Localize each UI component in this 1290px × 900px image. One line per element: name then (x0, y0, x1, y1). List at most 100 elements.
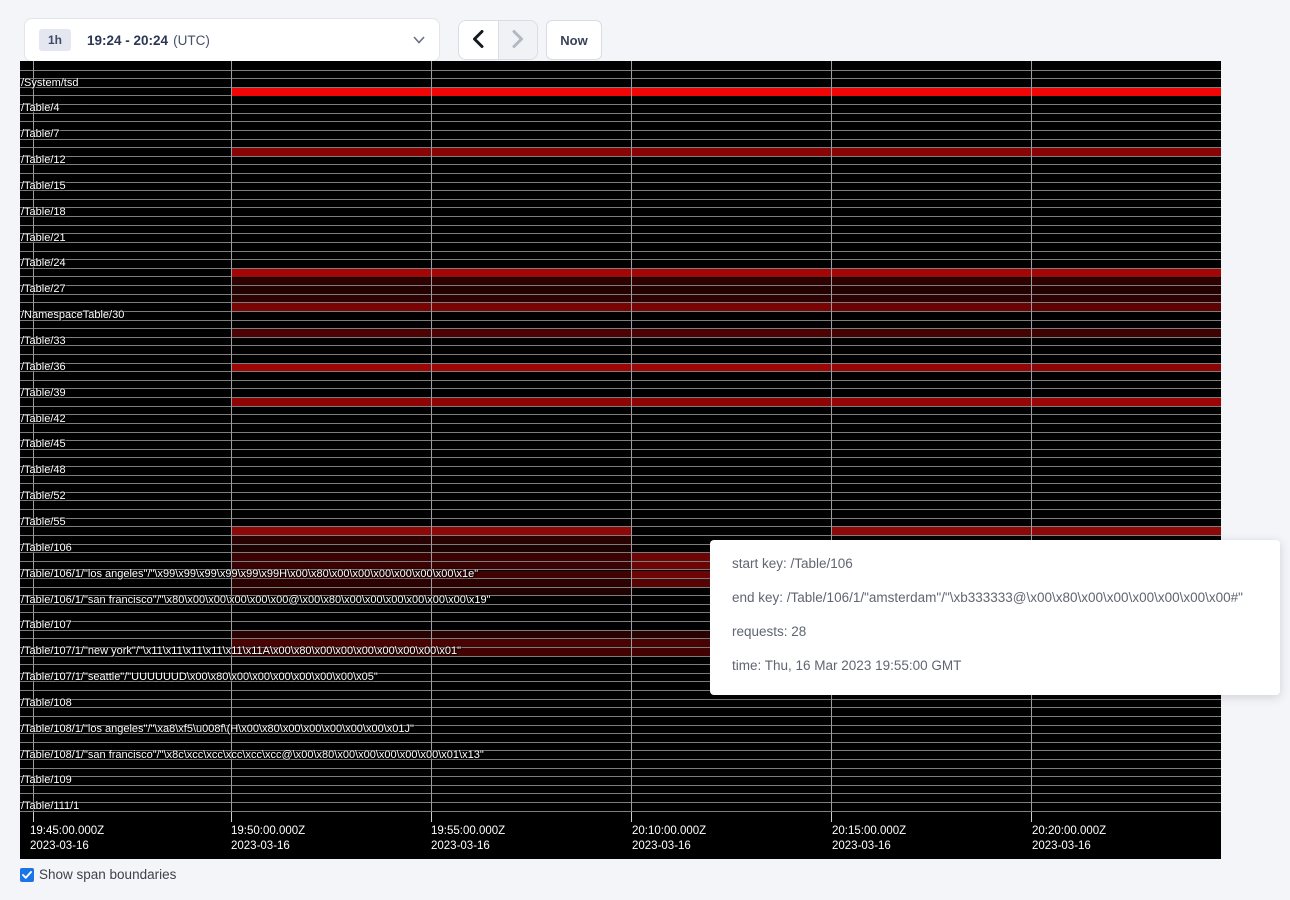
heatmap-cell[interactable] (832, 364, 1031, 372)
heatmap-cell[interactable] (1032, 364, 1221, 372)
time-range-selector[interactable]: 1h 19:24 - 20:24 (UTC) (24, 18, 440, 62)
heatmap-cell[interactable] (832, 278, 1031, 286)
heatmap-cell[interactable] (232, 269, 431, 277)
heatmap-cell[interactable] (432, 329, 631, 337)
span-boundary-line (20, 432, 1221, 433)
show-span-boundaries-checkbox[interactable] (20, 868, 34, 882)
heatmap-cell[interactable] (232, 545, 431, 553)
span-boundary-line (20, 354, 1221, 355)
heatmap-cell[interactable] (832, 303, 1031, 311)
heatmap-cell[interactable] (632, 148, 831, 156)
heatmap-cell[interactable] (632, 269, 831, 277)
heatmap-cell[interactable] (232, 398, 431, 406)
heatmap-cell[interactable] (632, 88, 831, 96)
heatmap-cell[interactable] (1032, 303, 1221, 311)
heatmap-cell[interactable] (432, 88, 631, 96)
span-label: /Table/55 (21, 516, 66, 528)
prev-interval-button[interactable] (459, 21, 498, 59)
heatmap-cell[interactable] (832, 295, 1031, 303)
heatmap-cell[interactable] (232, 278, 431, 286)
heatmap-cell[interactable] (432, 303, 631, 311)
heatmap-cell[interactable] (232, 579, 431, 587)
heatmap-cell[interactable] (432, 536, 631, 544)
next-interval-button-disabled[interactable] (498, 21, 537, 59)
heatmap-cell[interactable] (1032, 398, 1221, 406)
heatmap-cell[interactable] (1032, 278, 1221, 286)
heatmap-cell[interactable] (232, 536, 431, 544)
heatmap-cell[interactable] (1032, 286, 1221, 294)
span-label: /Table/7 (21, 128, 60, 140)
span-boundary-line (20, 466, 1221, 467)
heatmap-cell[interactable] (1032, 295, 1221, 303)
span-label: /Table/45 (21, 438, 66, 450)
heatmap-cell[interactable] (432, 553, 631, 561)
heatmap-cell[interactable] (1032, 269, 1221, 277)
heatmap-cell[interactable] (632, 398, 831, 406)
key-visualizer-canvas[interactable]: /System/tsd/Table/4/Table/7/Table/12/Tab… (20, 61, 1221, 859)
heatmap-cell[interactable] (232, 88, 431, 96)
heatmap-cell[interactable] (1032, 88, 1221, 96)
span-boundary-line (20, 518, 1221, 519)
heatmap-cell[interactable] (432, 648, 631, 656)
heatmap-cell[interactable] (1032, 148, 1221, 156)
heatmap-cell[interactable] (432, 295, 631, 303)
heatmap-cell[interactable] (632, 329, 831, 337)
heatmap-cell[interactable] (432, 545, 631, 553)
span-boundary-line (20, 475, 1221, 476)
span-boundary-line (20, 242, 1221, 243)
span-label: /Table/36 (21, 361, 66, 373)
heatmap-cell[interactable] (832, 269, 1031, 277)
axis-tick (831, 812, 832, 822)
heatmap-cell[interactable] (232, 148, 431, 156)
span-boundary-line (20, 406, 1221, 407)
heatmap-cell[interactable] (432, 631, 631, 639)
span-boundary-line (20, 311, 1221, 312)
heatmap-cell[interactable] (632, 364, 831, 372)
heatmap-cell[interactable] (832, 148, 1031, 156)
heatmap-cell[interactable] (232, 553, 431, 561)
heatmap-cell[interactable] (832, 527, 1031, 535)
heatmap-cell[interactable] (232, 303, 431, 311)
heatmap-cell[interactable] (832, 286, 1031, 294)
tooltip-start-key: start key: /Table/106 (732, 553, 1280, 574)
heatmap-cell[interactable] (432, 639, 631, 647)
heatmap-cell[interactable] (432, 286, 631, 294)
span-label: /NamespaceTable/30 (21, 309, 124, 321)
span-label: /Table/107/1/"new york"/"\x11\x11\x11\x1… (21, 645, 461, 657)
heatmap-cell[interactable] (232, 286, 431, 294)
heatmap-cell[interactable] (432, 278, 631, 286)
heatmap-cell[interactable] (232, 295, 431, 303)
heatmap-cell[interactable] (632, 303, 831, 311)
heatmap-cell[interactable] (832, 329, 1031, 337)
heatmap-cell[interactable] (232, 527, 431, 535)
heatmap-cell[interactable] (632, 278, 831, 286)
span-label: /Table/106 (21, 542, 72, 554)
span-boundary-line (20, 699, 1221, 700)
now-button[interactable]: Now (546, 20, 602, 60)
heatmap-cell[interactable] (232, 364, 431, 372)
heatmap-cell[interactable] (432, 398, 631, 406)
check-icon (22, 871, 32, 879)
heatmap-cell[interactable] (832, 398, 1031, 406)
heatmap-cell[interactable] (432, 269, 631, 277)
heatmap-cell[interactable] (632, 295, 831, 303)
time-range-text: 19:24 - 20:24 (87, 33, 168, 48)
span-boundary-line (20, 95, 1221, 96)
show-span-boundaries-row[interactable]: Show span boundaries (20, 867, 176, 882)
heatmap-cell[interactable] (1032, 527, 1221, 535)
heatmap-cell[interactable] (1032, 329, 1221, 337)
span-boundary-line (20, 345, 1221, 346)
span-boundary-line (20, 182, 1221, 183)
span-boundary-line (20, 388, 1221, 389)
span-label: /Table/48 (21, 464, 66, 476)
span-boundary-line (20, 320, 1221, 321)
heatmap-cell[interactable] (632, 286, 831, 294)
heatmap-cell[interactable] (432, 364, 631, 372)
heatmap-cell[interactable] (432, 579, 631, 587)
heatmap-cell[interactable] (432, 148, 631, 156)
heatmap-cell[interactable] (832, 88, 1031, 96)
heatmap-cell[interactable] (232, 329, 431, 337)
span-boundary-line (20, 104, 1221, 105)
heatmap-cell[interactable] (432, 527, 631, 535)
heatmap-cell[interactable] (232, 631, 431, 639)
